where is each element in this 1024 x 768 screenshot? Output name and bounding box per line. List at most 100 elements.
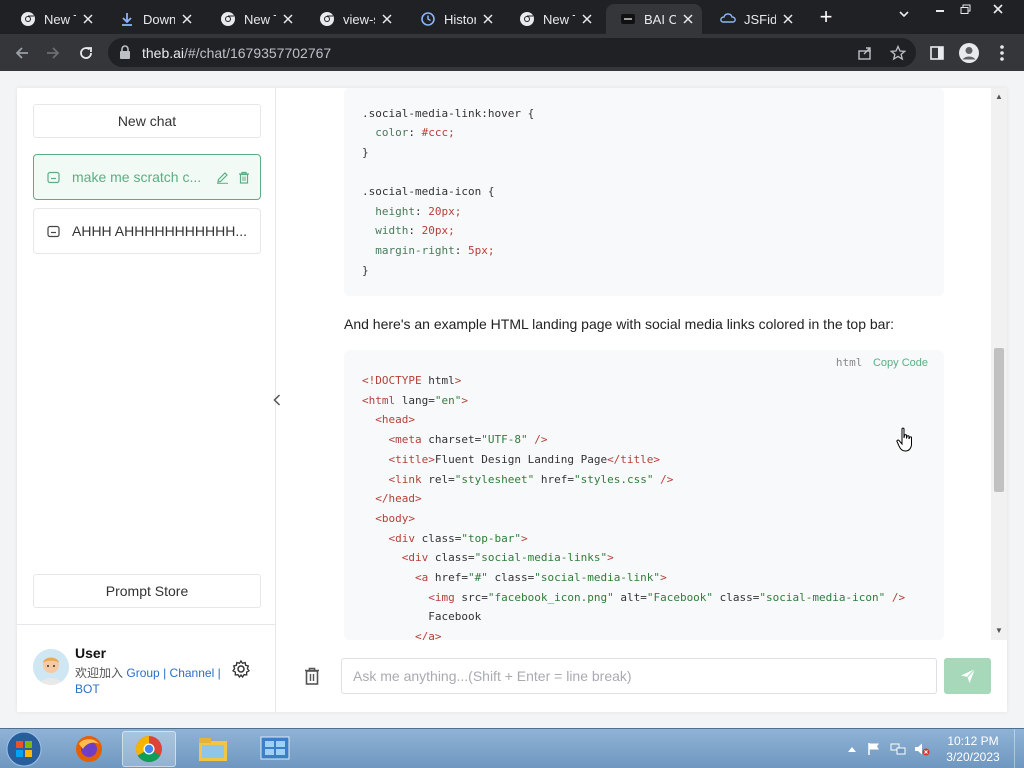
chrome-icon: [135, 735, 162, 763]
side-panel-button[interactable]: [926, 42, 948, 64]
browser-tab[interactable]: New T: [6, 4, 102, 34]
browser-tab[interactable]: New T: [206, 4, 302, 34]
scrollbar-thumb[interactable]: [994, 348, 1004, 492]
settings-button[interactable]: [231, 659, 251, 679]
tab-close-button[interactable]: [379, 11, 395, 27]
tab-title: BAI Ch: [644, 11, 676, 27]
show-hidden-icons-button[interactable]: [844, 741, 860, 757]
clock-date: 3/20/2023: [946, 750, 1000, 764]
reload-button[interactable]: [73, 40, 99, 66]
tab-search-button[interactable]: [894, 8, 914, 26]
user-avatar-icon: [33, 649, 69, 685]
start-button[interactable]: [4, 730, 44, 768]
browser-tab[interactable]: JSFidd: [706, 4, 802, 34]
chat-bubble-icon: [47, 225, 60, 238]
user-name: User: [75, 645, 107, 661]
tab-close-button[interactable]: [280, 11, 296, 27]
copy-code-button[interactable]: Copy Code: [873, 357, 928, 369]
browser-tab[interactable]: Histor: [406, 4, 502, 34]
code-line: Facebook: [362, 610, 482, 623]
assistant-message-text: And here's an example HTML landing page …: [344, 316, 895, 332]
code-line: <title>Fluent Design Landing Page</title…: [388, 453, 661, 466]
url-path: /#/chat/1679357702767: [184, 45, 332, 61]
code-line: height: 20px;: [375, 205, 462, 218]
tab-title: view-s: [343, 11, 375, 27]
arrow-right-icon: [47, 47, 60, 59]
action-center-button[interactable]: [866, 741, 882, 757]
chrome-icon: [319, 11, 335, 27]
chat-item[interactable]: AHHH AHHHHHHHHHHH...: [33, 208, 261, 254]
address-bar[interactable]: theb.ai/#/chat/1679357702767: [108, 38, 916, 67]
profile-button[interactable]: [958, 42, 980, 64]
code-block-header: html Copy Code: [836, 356, 928, 369]
tab-title: Downl: [143, 11, 175, 27]
trash-icon: [239, 171, 249, 184]
taskbar-control-panel[interactable]: [248, 731, 302, 767]
tab-close-button[interactable]: [780, 11, 796, 27]
avatar[interactable]: [33, 649, 69, 685]
bot-link[interactable]: BOT: [75, 682, 100, 696]
browser-tab[interactable]: New T: [505, 4, 601, 34]
link-separator: |: [163, 666, 167, 680]
channel-link[interactable]: Channel: [170, 666, 215, 680]
close-window-button[interactable]: [985, 0, 1011, 18]
code-line: .social-media-icon {: [362, 185, 495, 198]
clear-chat-button[interactable]: [303, 666, 323, 686]
tab-title: JSFidd: [744, 11, 776, 27]
link-separator: |: [217, 666, 221, 680]
browser-tab[interactable]: Downl: [105, 4, 201, 34]
browser-tab[interactable]: view-s: [305, 4, 401, 34]
taskbar-chrome[interactable]: [122, 731, 176, 767]
code-line: <a href="#" class="social-media-link">: [414, 571, 667, 584]
edit-chat-button[interactable]: [215, 170, 229, 184]
chat-bubble-icon: [47, 171, 60, 184]
browser-tab-active[interactable]: BAI Ch: [606, 4, 702, 34]
close-icon: [83, 14, 93, 24]
delete-chat-button[interactable]: [237, 170, 251, 184]
tab-close-button[interactable]: [80, 11, 96, 27]
code-language-label: html: [835, 356, 863, 369]
volume-button[interactable]: [914, 741, 930, 757]
tab-close-button[interactable]: [480, 11, 496, 27]
menu-button[interactable]: [991, 42, 1013, 64]
restore-button[interactable]: [953, 0, 979, 18]
send-icon: [960, 668, 975, 683]
star-icon: [890, 45, 906, 61]
control-panel-icon: [260, 736, 290, 760]
bookmark-button[interactable]: [889, 44, 907, 62]
download-icon: [119, 11, 135, 27]
prompt-store-button[interactable]: Prompt Store: [33, 574, 261, 608]
share-icon: [858, 47, 871, 60]
minimize-icon: [936, 10, 944, 12]
scroll-up-arrow[interactable]: ▲: [991, 88, 1007, 104]
show-desktop-button[interactable]: [1014, 729, 1024, 768]
taskbar-file-explorer[interactable]: [186, 731, 240, 767]
gear-icon: [232, 659, 250, 679]
windows-logo-icon: [6, 731, 42, 767]
chat-item-title: make me scratch c...: [72, 169, 202, 185]
code-line: }: [362, 146, 369, 159]
new-chat-button[interactable]: New chat: [33, 104, 261, 138]
scroll-down-arrow[interactable]: ▼: [991, 622, 1007, 638]
chevron-down-icon: [899, 11, 909, 18]
group-link[interactable]: Group: [126, 666, 159, 680]
chat-scrollbar[interactable]: ▲ ▼: [991, 88, 1007, 640]
taskbar-clock[interactable]: 10:12 PM 3/20/2023: [938, 733, 1008, 765]
sidebar: New chat make me scratch c... AHHH AHHHH…: [17, 88, 276, 712]
community-links: 欢迎加入 Group | Channel | BOT: [75, 665, 225, 697]
share-button[interactable]: [856, 44, 874, 62]
network-icon: [890, 743, 906, 755]
chat-item-active[interactable]: make me scratch c...: [33, 154, 261, 200]
minimize-button[interactable]: [927, 0, 953, 18]
code-line: <link rel="stylesheet" href="styles.css"…: [388, 473, 674, 486]
tab-close-button[interactable]: [579, 11, 595, 27]
chat-input[interactable]: [341, 658, 937, 694]
taskbar-firefox[interactable]: [62, 731, 116, 767]
back-button[interactable]: [9, 40, 35, 66]
new-tab-button[interactable]: +: [814, 6, 838, 28]
send-button[interactable]: [944, 658, 991, 694]
tab-close-button[interactable]: [680, 11, 696, 27]
tab-close-button[interactable]: [179, 11, 195, 27]
forward-button[interactable]: [40, 40, 66, 66]
network-button[interactable]: [890, 741, 906, 757]
